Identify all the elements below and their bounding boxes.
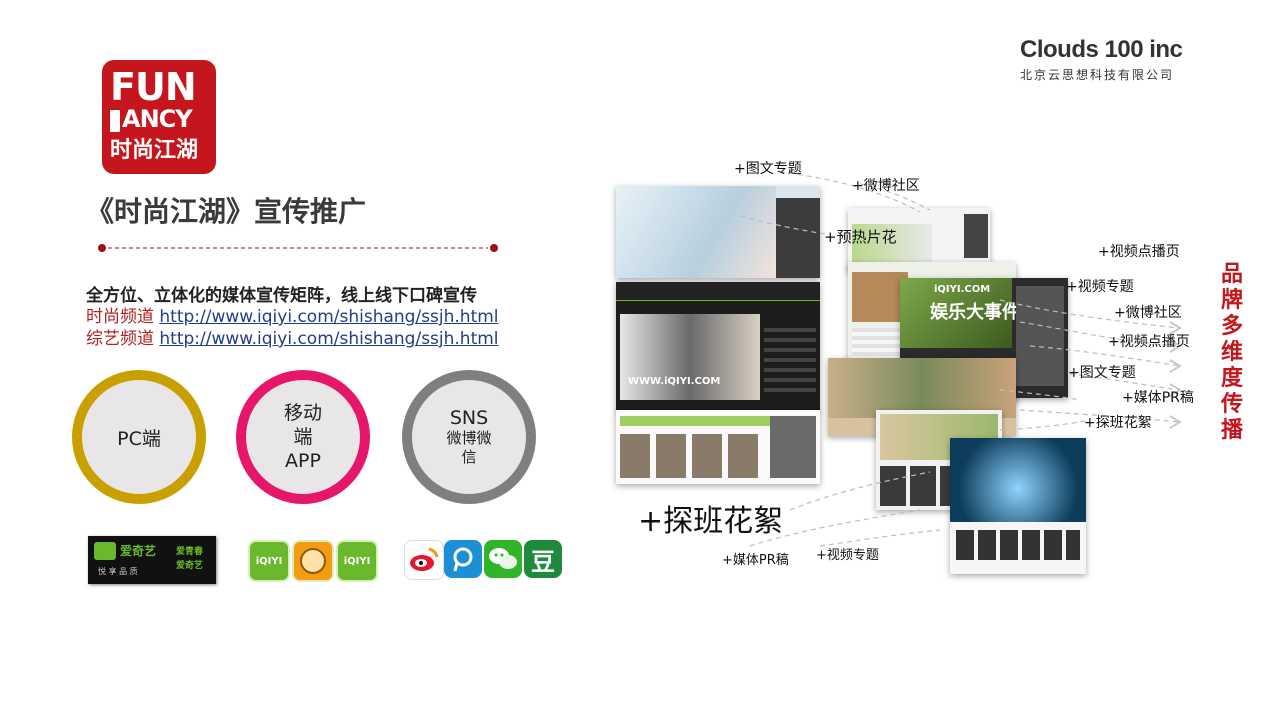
annotation-video-page-2: +视频点播页 [1108,334,1190,350]
company-logo-text: Clouds 100 inc [1020,36,1183,63]
title-divider [98,244,498,252]
platform-sns-label: SNS [449,407,489,429]
brand-vertical-text: 品牌多维度传播 [1220,262,1243,443]
iqiyi-youth: 爱青春 [176,547,204,557]
company-logo: Clouds 100 inc 北京云思想科技有限公司 [1020,36,1200,83]
annotation-video-special-2: +视频专题 [816,548,879,563]
show-logo-line1: FUN [110,65,197,109]
channel-link[interactable]: http://www.iqiyi.com/shishang/ssjh.html [159,329,498,349]
wechat-bubbles-icon [489,548,517,569]
annotation-weibo-2: +微博社区 [1114,305,1182,321]
iqiyi-kids-app-icon [292,540,334,582]
iqiyi-mark-icon [94,542,116,560]
annotation-behind-scenes-large: +探班花絮 [638,504,784,539]
iqiyi-app-icon: iQIYI [248,540,290,582]
iqiyi-name: 爱奇艺 [120,544,157,558]
tencent-weibo-mark-icon [453,547,473,572]
iqiyi-hd-app-icon: iQIYI [336,540,378,582]
show-logo-line3: 时尚江湖 [110,138,199,163]
show-logo-bar [110,110,120,132]
annotation-pr: +媒体PR稿 [722,553,789,568]
company-name: 北京云思想科技有限公司 [1020,68,1175,82]
platform-sns-sublabel: 微博微 信 [446,429,492,466]
annotation-weibo: +微博社区 [852,178,920,194]
annotation-photo-topic: +图文专题 [734,161,802,177]
weibo-icon [404,540,444,580]
platform-pc-circle: PC端 [72,370,206,504]
annotation-preheat: +预热片花 [824,228,897,246]
channel-label: 综艺频道 [86,329,154,349]
iqiyi-slogan: 悦 享 品 质 [98,567,138,576]
iqiyi-app-icon-text: iQIYI [255,555,283,567]
annotation-video-special: +视频专题 [1066,279,1134,295]
channel-line-variety: 综艺频道 http://www.iqiyi.com/shishang/ssjh.… [86,324,499,349]
page-title: 《时尚江湖》宣传推广 [86,195,367,228]
tencent-weibo-icon [444,540,482,578]
annotation-pr-2: +媒体PR稿 [1122,390,1194,406]
annotation-video-page: +视频点播页 [1098,244,1180,260]
cartoon-face-icon [300,548,326,574]
platform-mobile-circle: 移动 端 APP [236,370,370,504]
annotation-photo-topic-2: +图文专题 [1068,365,1136,381]
weibo-eye-icon [410,547,439,571]
annotation-behind-scenes-2: +探班花絮 [1084,415,1152,431]
wechat-icon [484,540,522,578]
platform-mobile-label: 移动 端 APP [283,402,322,472]
platform-pc-label: PC端 [117,427,161,450]
douban-char: 豆 [531,547,555,576]
platform-sns-circle: SNS 微博微 信 [402,370,536,504]
iqiyi-youth-sub: 爱奇艺 [176,561,204,571]
iqiyi-logo: 爱奇艺 悦 享 品 质 爱青春 爱奇艺 [88,536,216,584]
douban-icon: 豆 [524,540,562,578]
show-logo: FUN ANCY 时尚江湖 [102,60,216,174]
iqiyi-app-icon-text: iQIYI [343,555,371,567]
show-logo-line2: ANCY [122,105,193,133]
